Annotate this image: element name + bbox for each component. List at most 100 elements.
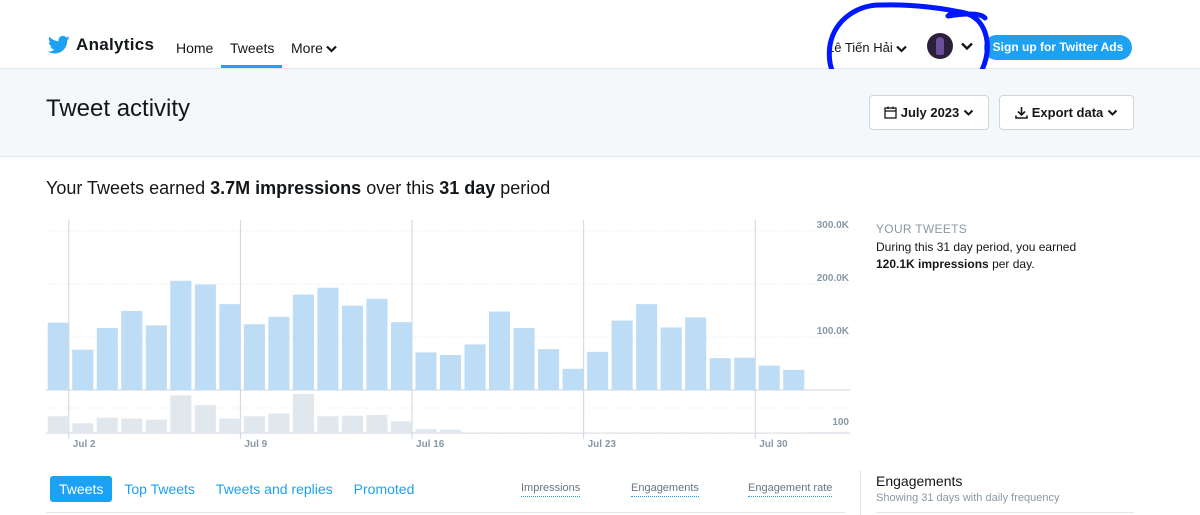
impressions-bar: [366, 298, 388, 390]
chevron-down-icon: [964, 109, 974, 116]
engagements-bar: [660, 432, 682, 433]
summary-period: 31 day: [439, 178, 496, 198]
engagements-bar: [194, 405, 216, 433]
engagements-bar: [268, 413, 290, 433]
column-impressions[interactable]: Impressions: [521, 482, 581, 497]
engagements-subtitle: Showing 31 days with daily frequency: [876, 492, 1060, 504]
tab-tweets-and-replies[interactable]: Tweets and replies: [207, 476, 342, 502]
impressions-bar: [415, 352, 437, 390]
impressions-bar: [243, 324, 265, 390]
engagements-title: Engagements: [876, 473, 963, 489]
x-tick-label: Jul 16: [416, 439, 445, 450]
impressions-bar: [194, 284, 216, 390]
impressions-bar: [317, 287, 339, 390]
impressions-chart: 100.0K 200.0K 300.0K 100 Jul 2 Jul 9 Jul 16 Jul…: [46, 220, 850, 450]
nav-tweets[interactable]: Tweets: [230, 40, 274, 56]
engagements-bar: [47, 416, 69, 433]
engagements-bar: [489, 432, 511, 433]
header-band: Tweet activity July 2023 Export data: [0, 69, 1200, 157]
engagements-bar: [734, 432, 756, 433]
nav-more-label: More: [291, 40, 323, 56]
active-tab-indicator: [221, 65, 282, 68]
impressions-bar: [439, 355, 462, 390]
export-data-button[interactable]: Export data: [999, 95, 1134, 130]
impressions-bar: [758, 365, 780, 390]
impressions-bar: [783, 369, 805, 390]
impressions-bar: [513, 327, 535, 390]
engagements-bar: [219, 418, 241, 433]
engagements-bar: [587, 432, 609, 433]
top-nav: Analytics Home Tweets More Lê Tiến Hải S…: [0, 0, 1200, 69]
engagements-bar: [464, 432, 486, 433]
impressions-bar: [709, 358, 731, 390]
impressions-bar: [636, 304, 658, 390]
engagements-bar: [636, 432, 658, 433]
column-engagement-rate[interactable]: Engagement rate: [748, 482, 833, 497]
engagements-bar: [709, 432, 731, 433]
page-title: Tweet activity: [46, 95, 191, 122]
sign-up-ads-button[interactable]: Sign up for Twitter Ads: [984, 35, 1132, 60]
column-engagements[interactable]: Engagements: [631, 482, 699, 497]
engagements-bar: [758, 432, 780, 433]
engagements-bar: [72, 423, 94, 433]
impressions-bar: [734, 357, 756, 390]
chevron-down-icon[interactable]: [961, 42, 973, 50]
nav-more[interactable]: More: [291, 40, 337, 56]
tab-promoted[interactable]: Promoted: [345, 476, 424, 502]
chevron-down-icon: [326, 46, 337, 53]
user-menu[interactable]: Lê Tiến Hải: [827, 40, 907, 55]
y-tick-label: 200.0K: [817, 273, 850, 284]
impressions-bar: [292, 294, 314, 390]
y-tick-label: 300.0K: [817, 220, 850, 231]
date-range-button[interactable]: July 2023: [869, 95, 989, 130]
impressions-bar: [341, 305, 363, 390]
engagements-bar: [341, 415, 363, 433]
impressions-bar: [268, 316, 290, 390]
engagements-bar: [145, 419, 167, 433]
chevron-down-icon: [895, 45, 907, 53]
impressions-bar: [145, 325, 167, 390]
x-tick-label: Jul 2: [73, 439, 96, 450]
impressions-bar: [219, 304, 241, 390]
divider: [860, 470, 861, 515]
your-tweets-line2: per day.: [988, 257, 1035, 271]
engagements-bar: [415, 429, 437, 433]
nav-home[interactable]: Home: [176, 40, 213, 56]
engagements-bar: [243, 416, 265, 433]
engagements-bar: [170, 395, 192, 433]
engagements-bar: [390, 421, 413, 433]
brand[interactable]: Analytics: [48, 35, 154, 55]
summary-prefix: Your Tweets earned: [46, 178, 211, 198]
avatar[interactable]: [927, 33, 953, 59]
impressions-bar: [685, 317, 707, 390]
impressions-bar: [390, 322, 413, 390]
impressions-bar: [562, 368, 584, 390]
engagements-bar: [121, 418, 143, 433]
impressions-bar: [72, 349, 94, 390]
x-tick-label: Jul 9: [244, 439, 267, 450]
export-data-label: Export data: [1031, 105, 1104, 120]
chevron-down-icon: [1108, 109, 1118, 116]
brand-label: Analytics: [76, 35, 155, 54]
your-tweets-line1: During this 31 day period, you earned: [876, 240, 1077, 254]
divider: [876, 512, 1134, 513]
your-tweets-text: During this 31 day period, you earned 12…: [876, 239, 1126, 273]
engagements-bar: [783, 432, 805, 433]
impressions-bar: [489, 311, 511, 390]
user-name-label: Lê Tiến Hải: [827, 40, 893, 55]
impressions-bar: [538, 349, 560, 390]
impressions-bar: [660, 327, 682, 390]
summary-suffix: period: [495, 178, 551, 198]
x-tick-label: Jul 23: [588, 439, 617, 450]
impressions-bar: [96, 327, 118, 390]
twitter-bird-icon: [48, 35, 70, 54]
tab-top-tweets[interactable]: Top Tweets: [115, 476, 204, 502]
y-tick-label: 100.0K: [817, 326, 850, 337]
engagements-bar: [513, 432, 535, 433]
summary-impressions: 3.7M impressions: [210, 178, 362, 198]
date-range-label: July 2023: [900, 105, 960, 120]
x-tick-label: Jul 30: [759, 439, 788, 450]
engagements-bar: [611, 432, 633, 433]
tab-tweets[interactable]: Tweets: [50, 476, 113, 502]
impressions-bar: [611, 320, 633, 390]
